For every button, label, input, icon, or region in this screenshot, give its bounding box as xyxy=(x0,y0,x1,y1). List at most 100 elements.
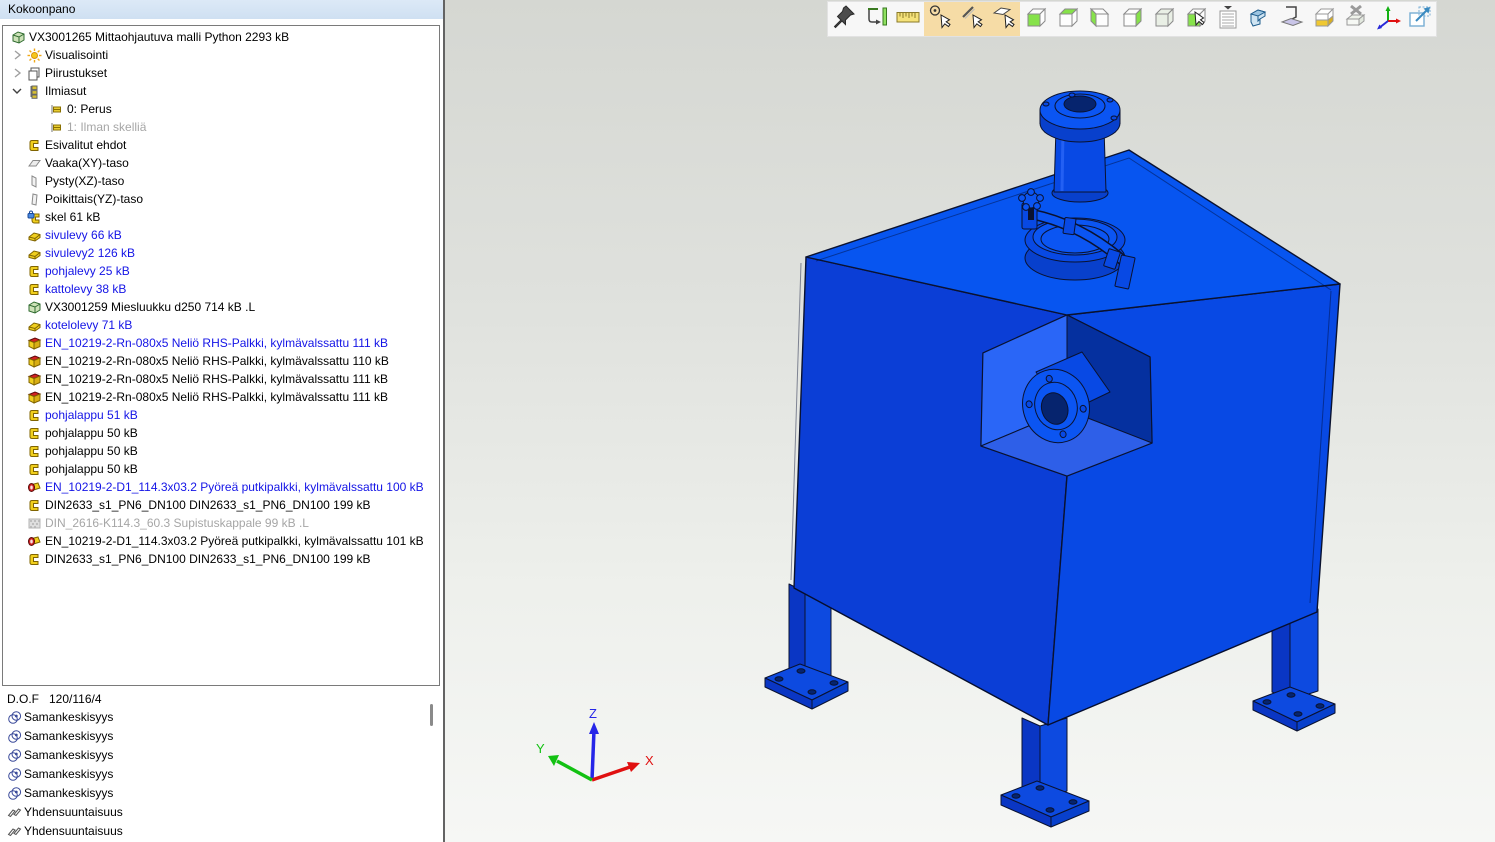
dof-value: 120/116/4 xyxy=(49,692,102,706)
dof-scrollbar[interactable] xyxy=(427,698,435,838)
dof-label: D.O.F xyxy=(7,692,39,706)
view-right-icon xyxy=(1119,4,1145,35)
snap-face-button[interactable] xyxy=(988,2,1020,36)
panel-title: Kokoonpano xyxy=(0,0,443,19)
configs-icon xyxy=(25,84,43,98)
collapsed-chevron-icon[interactable] xyxy=(9,48,25,62)
tree-item[interactable]: EN_10219-2-Rn-080x5 Neliö RHS-Palkki, ky… xyxy=(3,334,439,352)
beam-icon xyxy=(25,336,43,350)
tree-item[interactable]: 1: Ilman skelliä xyxy=(3,118,439,136)
collapsed-chevron-icon xyxy=(9,462,25,476)
tree-item[interactable]: DIN2633_s1_PN6_DN100 DIN2633_s1_PN6_DN10… xyxy=(3,550,439,568)
tree-item[interactable]: Vaaka(XY)-taso xyxy=(3,154,439,172)
collapsed-chevron-icon xyxy=(9,264,25,278)
tree-item[interactable]: pohjalappu 50 kB xyxy=(3,460,439,478)
view-front-icon xyxy=(1023,4,1049,35)
pin-icon xyxy=(831,4,857,35)
view-top-button[interactable] xyxy=(1052,2,1084,36)
tree-item[interactable]: VX3001259 Miesluukku d250 714 kB .L xyxy=(3,298,439,316)
collapsed-chevron-icon xyxy=(9,228,25,242)
tree-item[interactable]: EN_10219-2-Rn-080x5 Neliö RHS-Palkki, ky… xyxy=(3,370,439,388)
beam-icon xyxy=(25,372,43,386)
cplate-icon xyxy=(25,462,43,476)
snap-center-button[interactable] xyxy=(924,2,956,36)
cplate-icon xyxy=(25,408,43,422)
tree-item[interactable]: EN_10219-2-D1_114.3x03.2 Pyöreä putkipal… xyxy=(3,532,439,550)
tree-item[interactable]: DIN_2616-K114.3_60.3 Supistuskappale 99 … xyxy=(3,514,439,532)
collapsed-chevron-icon xyxy=(9,282,25,296)
concentric-icon xyxy=(4,748,24,764)
axes-triad-button[interactable] xyxy=(1372,2,1404,36)
tree-item[interactable]: sivulevy 66 kB xyxy=(3,226,439,244)
dof-constraint-item[interactable]: Samankeskisyys xyxy=(0,708,443,727)
parallel-icon xyxy=(4,824,24,840)
dof-constraint-item[interactable]: Samankeskisyys xyxy=(0,765,443,784)
tree-item[interactable]: pohjalevy 25 kB xyxy=(3,262,439,280)
ruler-icon xyxy=(895,4,921,35)
tree-item[interactable]: sivulevy2 126 kB xyxy=(3,244,439,262)
dof-constraint-item[interactable]: Samankeskisyys xyxy=(0,727,443,746)
view-left-button[interactable] xyxy=(1084,2,1116,36)
tree-item[interactable]: VX3001265 Mittaohjautuva malli Python 22… xyxy=(3,28,439,46)
collapsed-chevron-icon xyxy=(9,192,25,206)
tree-item-label: pohjalappu 50 kB xyxy=(43,424,138,442)
dof-constraint-item[interactable]: Yhdensuuntaisuus xyxy=(0,803,443,822)
tag-icon xyxy=(47,102,65,116)
lplate-icon xyxy=(25,318,43,332)
collapsed-chevron-icon xyxy=(9,138,25,152)
sketch-plane-button[interactable] xyxy=(1276,2,1308,36)
collapsed-chevron-icon xyxy=(9,516,25,530)
tree-item[interactable]: EN_10219-2-D1_114.3x03.2 Pyöreä putkipal… xyxy=(3,478,439,496)
collapsed-chevron-icon[interactable] xyxy=(9,66,25,80)
view-left-icon xyxy=(1087,4,1113,35)
section-box-button[interactable] xyxy=(1308,2,1340,36)
dof-item-label: Samankeskisyys xyxy=(24,746,113,765)
beam-icon xyxy=(25,354,43,368)
ruler-button[interactable] xyxy=(892,2,924,36)
tank-model[interactable]: Z X Y xyxy=(445,0,1495,842)
tree-item[interactable]: Visualisointi xyxy=(3,46,439,64)
tree-item[interactable]: pohjalappu 50 kB xyxy=(3,442,439,460)
tree-item[interactable]: Pysty(XZ)-taso xyxy=(3,172,439,190)
tree-item[interactable]: EN_10219-2-Rn-080x5 Neliö RHS-Palkki, ky… xyxy=(3,388,439,406)
tree-item[interactable]: pohjalappu 51 kB xyxy=(3,406,439,424)
tree-item[interactable]: Esivalitut ehdot xyxy=(3,136,439,154)
view-front-button[interactable] xyxy=(1020,2,1052,36)
dof-constraint-item[interactable]: Samankeskisyys xyxy=(0,746,443,765)
tree-item[interactable]: Poikittais(YZ)-taso xyxy=(3,190,439,208)
snap-edge-button[interactable] xyxy=(956,2,988,36)
axes-triad: Z X Y xyxy=(536,706,654,780)
measure-move-button[interactable] xyxy=(860,2,892,36)
tree-item[interactable]: kotelolevy 71 kB xyxy=(3,316,439,334)
tree-item-label: Piirustukset xyxy=(43,64,107,82)
pin-button[interactable] xyxy=(828,2,860,36)
tree-item[interactable]: kattolevy 38 kB xyxy=(3,280,439,298)
expanded-chevron-icon[interactable] xyxy=(9,84,25,98)
tree-item-label: Visualisointi xyxy=(43,46,108,64)
tree-item[interactable]: Ilmiasut xyxy=(3,82,439,100)
delete-solid-button[interactable] xyxy=(1340,2,1372,36)
tree-item[interactable]: EN_10219-2-Rn-080x5 Neliö RHS-Palkki, ky… xyxy=(3,352,439,370)
tree-item[interactable]: Piirustukset xyxy=(3,64,439,82)
tree-item[interactable]: 0: Perus xyxy=(3,100,439,118)
tree-item-label: Pysty(XZ)-taso xyxy=(43,172,124,190)
dof-constraint-item[interactable]: Yhdensuuntaisuus xyxy=(0,822,443,841)
select-solid-button[interactable] xyxy=(1180,2,1212,36)
dof-list: SamankeskisyysSamankeskisyysSamankeskisy… xyxy=(0,708,443,841)
tree-item[interactable]: pohjalappu 50 kB xyxy=(3,424,439,442)
scrollbar-thumb[interactable] xyxy=(430,704,433,726)
part-copy-button[interactable] xyxy=(1244,2,1276,36)
view-iso-button[interactable] xyxy=(1148,2,1180,36)
feature-list-button[interactable] xyxy=(1212,2,1244,36)
assembly-tree[interactable]: VX3001265 Mittaohjautuva malli Python 22… xyxy=(2,25,440,686)
x-axis-label: X xyxy=(645,753,654,768)
dof-constraint-item[interactable]: Samankeskisyys xyxy=(0,784,443,803)
fit-view-button[interactable] xyxy=(1404,2,1436,36)
collapsed-chevron-icon xyxy=(9,210,25,224)
part-copy-icon xyxy=(1247,4,1273,35)
dof-item-label: Samankeskisyys xyxy=(24,708,113,727)
tree-item[interactable]: DIN2633_s1_PN6_DN100 DIN2633_s1_PN6_DN10… xyxy=(3,496,439,514)
tree-item[interactable]: skel 61 kB xyxy=(3,208,439,226)
view-right-button[interactable] xyxy=(1116,2,1148,36)
view-toolbar xyxy=(827,1,1437,37)
